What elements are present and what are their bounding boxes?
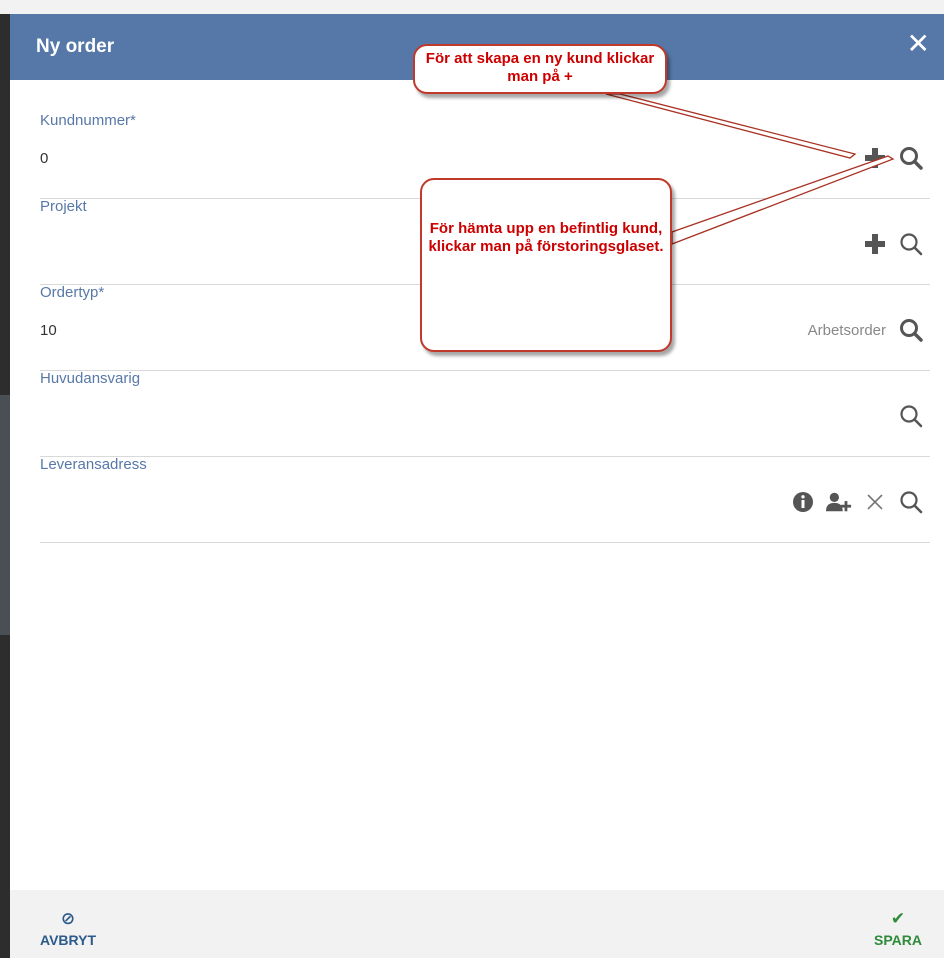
field-icons [862,230,924,258]
search-icon[interactable] [898,317,924,343]
search-icon[interactable] [898,231,924,257]
field-label: Ordertyp* [40,284,105,301]
search-icon[interactable] [898,489,924,515]
search-icon[interactable] [898,145,924,171]
save-button[interactable]: ✔ SPARA [874,909,922,949]
callout-fetch-customer: För hämta upp en befintlig kund, klickar… [420,178,672,352]
cancel-label: AVBRYT [40,932,96,948]
search-icon[interactable] [898,403,924,429]
field-value[interactable]: 10 [40,322,57,339]
save-label: SPARA [874,932,922,948]
field-label: Leveransadress [40,456,147,473]
field-label: Kundnummer* [40,112,136,129]
cancel-icon: ⊘ [60,909,76,928]
field-label: Projekt [40,198,87,215]
footer-bar [10,890,944,958]
clear-icon[interactable] [862,489,888,515]
field-responsible[interactable]: Huvudansvarig [40,370,930,457]
dialog-title: Ny order [36,36,115,57]
field-icons [790,488,924,516]
plus-icon[interactable] [862,145,888,171]
close-icon[interactable]: ✕ [907,30,930,58]
new-order-dialog: Ny order ✕ Kundnummer* 0 Projekt Orderty… [10,14,944,958]
field-delivery-address[interactable]: Leveransadress [40,456,930,543]
plus-icon[interactable] [862,231,888,257]
field-icons: Arbetsorder [808,316,924,344]
backdrop-edge-mid [0,395,10,635]
callout-create-customer: För att skapa en ny kund klickar man på … [413,44,667,94]
field-label: Huvudansvarig [40,370,141,387]
dialog-footer: ⊘ AVBRYT ✔ SPARA [10,748,944,958]
order-type-name: Arbetsorder [807,321,886,339]
info-icon[interactable] [790,489,816,515]
field-icons [898,402,924,430]
add-user-icon[interactable] [826,489,852,515]
background-app-strip [0,0,944,14]
field-icons [862,144,924,172]
checkmark-icon: ✔ [890,909,906,928]
cancel-button[interactable]: ⊘ AVBRYT [40,909,96,949]
field-value[interactable]: 0 [40,150,48,167]
